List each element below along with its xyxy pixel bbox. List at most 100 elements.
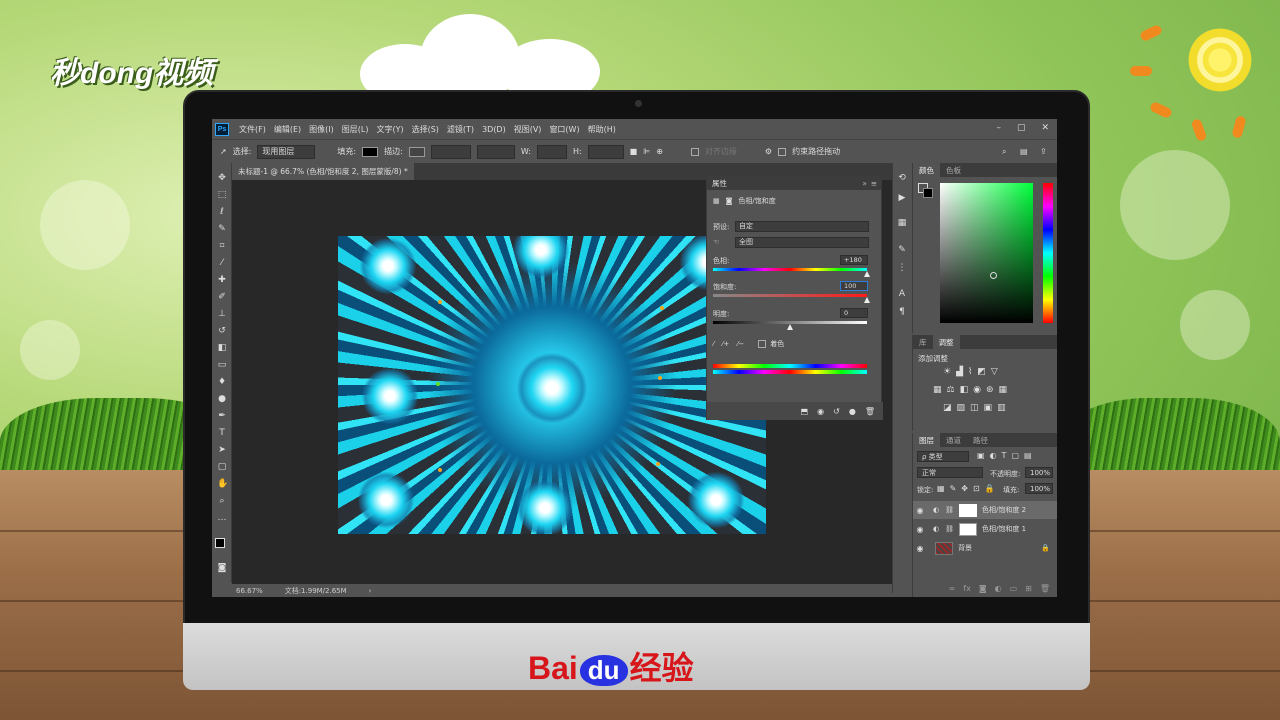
hand-tool-icon[interactable]: ✋ [217,479,228,489]
folder-icon[interactable]: ▭ [1010,584,1018,593]
chain-icon[interactable]: ⛓ [945,525,954,533]
link-icon[interactable]: ∞ [949,584,956,593]
move-tool-icon[interactable]: ➚ [220,147,227,156]
layer-thumbnail[interactable] [935,541,953,555]
lightness-value-field[interactable]: 0 [840,308,868,318]
select-dropdown[interactable]: 现用图层 [257,144,316,159]
gear-icon[interactable]: ⚙ [765,147,772,156]
lock-pixels-icon[interactable]: ✎ [950,484,957,493]
align-edges-checkbox[interactable] [690,147,699,156]
color-picker-ring[interactable] [990,272,997,279]
hue-slider-thumb[interactable] [864,271,870,277]
healing-tool-icon[interactable]: ✚ [217,275,227,285]
eyedropper-plus-icon[interactable]: ⁄+ [722,340,729,348]
trash-icon[interactable]: 🗑 [1040,584,1050,593]
path-align-icon[interactable]: ⊫ [643,147,650,156]
menu-view[interactable]: 视图(V) [510,124,546,135]
lasso-tool-icon[interactable]: ℓ [217,207,227,217]
canvas-area[interactable]: 属性 » ≡ ▦ ◙ 色相/饱和度 预设: 自定 ☜ 全图 色相: +180 饱… [232,175,892,584]
targeted-adjust-icon[interactable]: ☜ [713,238,719,246]
curves-icon[interactable]: ⌇ [968,367,972,377]
stroke-type-dropdown[interactable] [476,144,515,159]
shape-tool-icon[interactable]: ▢ [217,462,227,472]
share-icon[interactable]: ⇪ [1040,147,1047,156]
stroke-swatch[interactable] [408,146,425,157]
history-brush-tool-icon[interactable]: ↺ [217,326,227,336]
menu-window[interactable]: 窗口(W) [545,124,583,135]
status-menu-arrow[interactable]: › [369,587,372,595]
dodge-tool-icon[interactable]: ● [217,394,227,404]
eye-icon[interactable]: ◉ [913,544,927,553]
lightness-slider-thumb[interactable] [787,324,793,330]
gradient-tool-icon[interactable]: ▭ [217,360,227,370]
threshold-icon[interactable]: ◫ [970,403,979,413]
bw-icon[interactable]: ◧ [960,385,969,395]
tab-color[interactable]: 颜色 [913,163,940,177]
channel-mixer-icon[interactable]: ⊛ [986,385,994,395]
document-tab[interactable]: 未标题-1 @ 66.7% (色相/饱和度 2, 图层蒙版/8) * [232,163,414,180]
tab-paths[interactable]: 路径 [967,433,994,447]
path-select-tool-icon[interactable]: ➤ [217,445,227,455]
eyedropper-minus-icon[interactable]: ⁄− [737,340,744,348]
color-balance-icon[interactable]: ⚖ [947,385,955,395]
brush-presets-icon[interactable]: ⋮ [897,263,907,273]
saturation-slider-thumb[interactable] [864,297,870,303]
colorize-checkbox[interactable] [758,340,767,348]
tab-channels[interactable]: 通道 [940,433,967,447]
more-tools-icon[interactable]: … [217,513,227,523]
brush-settings-icon[interactable]: ✎ [897,245,907,255]
reset-icon[interactable]: ↺ [833,407,840,416]
fill-swatch[interactable] [362,146,379,157]
saturation-value-field[interactable]: 100 [840,281,868,291]
lock-position-icon[interactable]: ✥ [961,484,968,493]
path-arrange-icon[interactable]: ⊕ [656,147,663,156]
tab-adjustments[interactable]: 调整 [932,335,960,349]
clip-to-layer-icon[interactable]: ⬒ [801,407,809,416]
path-ops-icon[interactable]: ■ [630,147,638,156]
fill-field[interactable]: 100% [1025,483,1053,494]
exposure-icon[interactable]: ◩ [977,367,986,377]
channel-dropdown[interactable]: 全图 [735,237,869,248]
blend-mode-dropdown[interactable]: 正常 [917,467,983,478]
eyedropper-icon[interactable]: ⁄ [713,340,714,348]
visibility-icon[interactable]: ● [849,407,856,416]
stroke-width-field[interactable] [430,144,471,159]
levels-icon[interactable]: ▟ [956,367,963,377]
gradient-map-icon[interactable]: ▥ [997,403,1006,413]
menu-filter[interactable]: 滤镜(T) [443,124,478,135]
saturation-slider-track[interactable] [713,294,867,297]
close-button[interactable]: ✕ [1041,123,1049,133]
chain-icon[interactable]: ⛓ [945,506,954,514]
menu-layer[interactable]: 图层(L) [338,124,373,135]
menu-3d[interactable]: 3D(D) [478,125,510,134]
crop-tool-icon[interactable]: ⌗ [217,241,227,251]
actions-play-icon[interactable]: ▶ [897,193,907,203]
properties-icon[interactable]: ▦ [897,218,907,228]
menu-select[interactable]: 选择(S) [408,124,443,135]
hue-value-field[interactable]: +180 [840,255,868,265]
minimize-button[interactable]: – [996,123,1001,133]
search-icon[interactable]: ⌕ [1002,147,1006,157]
fx-icon[interactable]: fx [963,584,971,593]
collapse-icon[interactable]: » [862,179,867,188]
width-field[interactable] [536,144,567,159]
paragraph-icon[interactable]: ¶ [897,307,907,317]
constrain-path-checkbox[interactable] [778,147,787,156]
photo-filter-icon[interactable]: ◉ [973,385,981,395]
height-field[interactable] [587,144,624,159]
posterize-icon[interactable]: ▨ [957,403,966,413]
eye-icon[interactable]: ◉ [913,506,927,515]
preset-dropdown[interactable]: 自定 [735,221,869,232]
tab-libraries[interactable]: 库 [913,335,933,349]
blur-tool-icon[interactable]: ♦ [217,377,227,387]
document-image[interactable] [338,236,766,534]
filter-pixel-icon[interactable]: ▣ [977,451,985,460]
menu-type[interactable]: 文字(Y) [372,124,407,135]
lock-artboard-icon[interactable]: ⊡ [973,484,980,493]
menu-image[interactable]: 图像(I) [305,124,338,135]
lock-transparent-icon[interactable]: ▦ [937,484,945,493]
menu-help[interactable]: 帮助(H) [584,124,620,135]
background-swatch[interactable] [923,188,933,198]
opacity-field[interactable]: 100% [1025,467,1053,478]
marquee-tool-icon[interactable]: ⬚ [217,190,227,200]
